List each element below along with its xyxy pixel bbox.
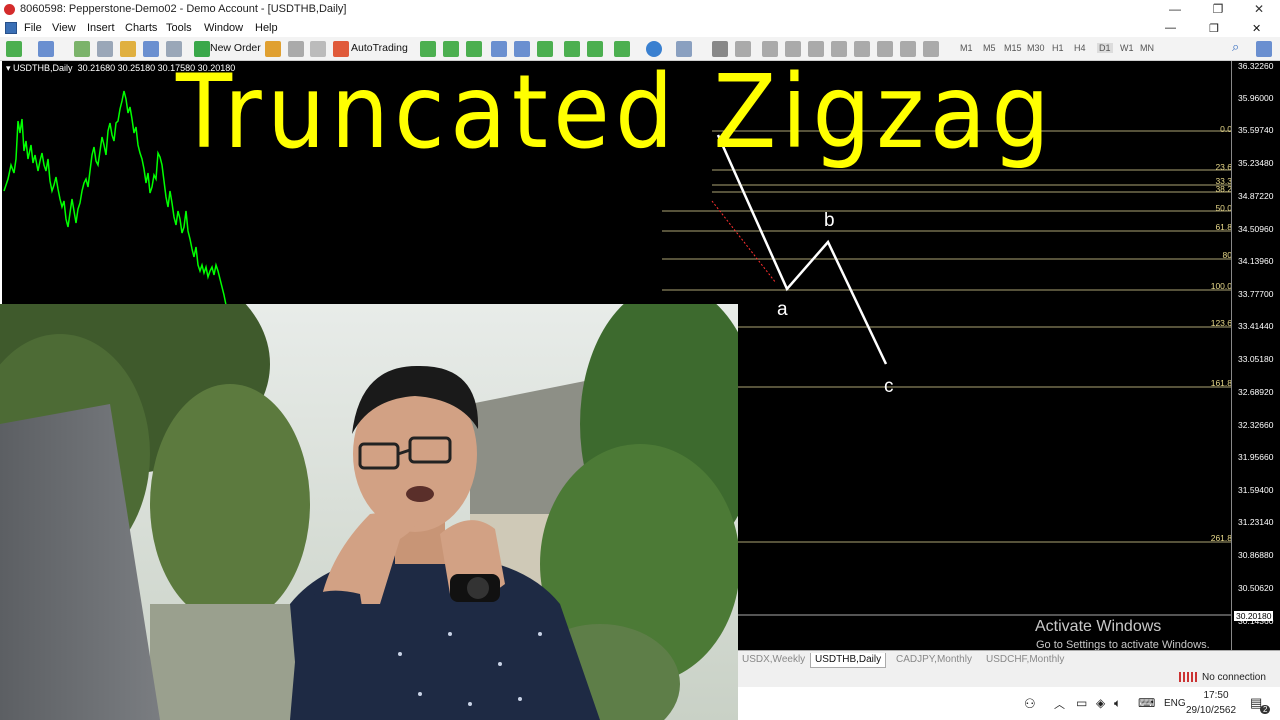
price-tick: 35.23480 [1238, 158, 1274, 168]
price-tick: 32.68920 [1238, 387, 1274, 397]
menu-insert[interactable]: Insert [87, 22, 115, 34]
data-window-icon[interactable] [97, 41, 113, 57]
fibonacci-levels [662, 130, 1231, 543]
price-tick: 33.41440 [1238, 321, 1274, 331]
status-bar: No connection [738, 668, 1280, 687]
maximize-button[interactable]: ❐ [1203, 2, 1233, 17]
navigator-icon[interactable] [120, 41, 136, 57]
activate-windows-title: Activate Windows [1035, 618, 1162, 635]
tab-usdthb-daily[interactable]: USDTHB,Daily [810, 653, 887, 668]
timeframe-m1[interactable]: M1 [960, 43, 973, 53]
clock-date[interactable]: 29/10/2562 [1181, 705, 1241, 716]
window-title: 8060598: Pepperstone-Demo02 - Demo Accou… [20, 3, 347, 15]
fib-label: 100.0 [1210, 281, 1232, 291]
market-watch-icon[interactable] [74, 41, 90, 57]
timeframe-m30[interactable]: M30 [1027, 43, 1045, 53]
current-price-tag: 30.20180 [1234, 611, 1274, 621]
webcam-overlay [0, 304, 738, 720]
timeframe-w1[interactable]: W1 [1120, 43, 1134, 53]
wave-label-b: b [824, 210, 835, 231]
fib-label: 61.8 [1215, 222, 1232, 232]
fib-label: 123.6 [1210, 318, 1232, 328]
price-tick: 34.50960 [1238, 224, 1274, 234]
network-icon[interactable]: ▭ [1076, 696, 1087, 710]
price-tick: 33.77700 [1238, 289, 1274, 299]
keyboard-icon[interactable]: ⌨ [1138, 696, 1155, 710]
timeframe-h4[interactable]: H4 [1074, 43, 1086, 53]
price-tick: 30.86880 [1238, 550, 1274, 560]
document-icon [5, 22, 17, 34]
timeframe-d1[interactable]: D1 [1097, 43, 1113, 53]
price-tick: 32.32660 [1238, 420, 1274, 430]
menu-view[interactable]: View [52, 22, 76, 34]
menu-window[interactable]: Window [204, 22, 243, 34]
chevron-up-icon[interactable]: ︿ [1054, 696, 1065, 712]
menu-tools[interactable]: Tools [166, 22, 192, 34]
close-button[interactable]: ✕ [1244, 2, 1274, 17]
timeframe-m15[interactable]: M15 [1004, 43, 1022, 53]
connection-bars-icon [1179, 672, 1197, 682]
timeframe-h1[interactable]: H1 [1052, 43, 1064, 53]
child-minimize-button[interactable]: — [1165, 22, 1176, 34]
price-tick: 36.32260 [1238, 61, 1274, 71]
wave-label-a: a [777, 299, 788, 320]
child-restore-button[interactable]: ❐ [1209, 22, 1219, 35]
fib-label: 161.8 [1210, 378, 1232, 388]
dropbox-icon[interactable]: ◈ [1096, 696, 1105, 710]
people-icon[interactable]: ⚇ [1024, 696, 1036, 712]
chat-icon[interactable] [1256, 41, 1272, 57]
app-icon [4, 4, 15, 15]
volume-icon[interactable]: 🔈︎ [1114, 696, 1121, 711]
price-tick: 31.23140 [1238, 517, 1274, 527]
price-tick: 35.59740 [1238, 125, 1274, 135]
fib-label: 23.6 [1215, 162, 1232, 172]
menu-charts[interactable]: Charts [125, 22, 157, 34]
timeframe-mn[interactable]: MN [1140, 43, 1154, 53]
fib-label: 0.0 [1220, 124, 1232, 134]
taskbar: ⚇ ︿ ▭ ◈ 🔈︎ ⌨ ENG 17:50 29/10/2562 ▤ 2 [738, 687, 1280, 720]
new-chart-icon[interactable] [6, 41, 22, 57]
window-titlebar: 8060598: Pepperstone-Demo02 - Demo Accou… [0, 0, 1280, 19]
fib-label: 38.2 [1215, 184, 1232, 194]
price-tick: 33.05180 [1238, 354, 1274, 364]
chart-tab-bar: USDX,Weekly USDTHB,Daily CADJPY,Monthly … [738, 650, 1280, 668]
search-icon[interactable]: ⌕ [1232, 39, 1248, 55]
notification-badge: 2 [1260, 705, 1271, 714]
timeframe-m5[interactable]: M5 [983, 43, 996, 53]
terminal-icon[interactable] [143, 41, 159, 57]
tab-usdx-weekly[interactable]: USDX,Weekly [738, 653, 809, 668]
price-tick: 34.13960 [1238, 256, 1274, 266]
price-tick: 31.59400 [1238, 485, 1274, 495]
fib-label: 50.0 [1215, 203, 1232, 213]
menu-bar: File View Insert Charts Tools Window Hel… [0, 19, 1280, 37]
child-close-button[interactable]: ✕ [1252, 22, 1261, 35]
menu-help[interactable]: Help [255, 22, 278, 34]
price-axis: 36.32260 35.96000 35.59740 35.23480 34.8… [1231, 61, 1280, 652]
tab-cadjpy-monthly[interactable]: CADJPY,Monthly [892, 653, 976, 668]
menu-file[interactable]: File [24, 22, 42, 34]
price-tick: 35.96000 [1238, 93, 1274, 103]
overlay-title: Truncated Zigzag [176, 53, 1056, 172]
price-tick: 31.95660 [1238, 452, 1274, 462]
price-tick: 30.50620 [1238, 583, 1274, 593]
connection-status: No connection [1202, 672, 1266, 683]
profiles-icon[interactable] [38, 41, 54, 57]
clock-time[interactable]: 17:50 [1196, 690, 1236, 701]
fib-label: 261.8 [1210, 533, 1232, 543]
wave-label-c: c [884, 376, 894, 397]
tab-usdchf-monthly[interactable]: USDCHF,Monthly [982, 653, 1068, 668]
webcam-scene [0, 304, 738, 720]
minimize-button[interactable]: — [1160, 2, 1190, 17]
price-tick: 34.87220 [1238, 191, 1274, 201]
fib-label: 80 [1222, 250, 1232, 260]
